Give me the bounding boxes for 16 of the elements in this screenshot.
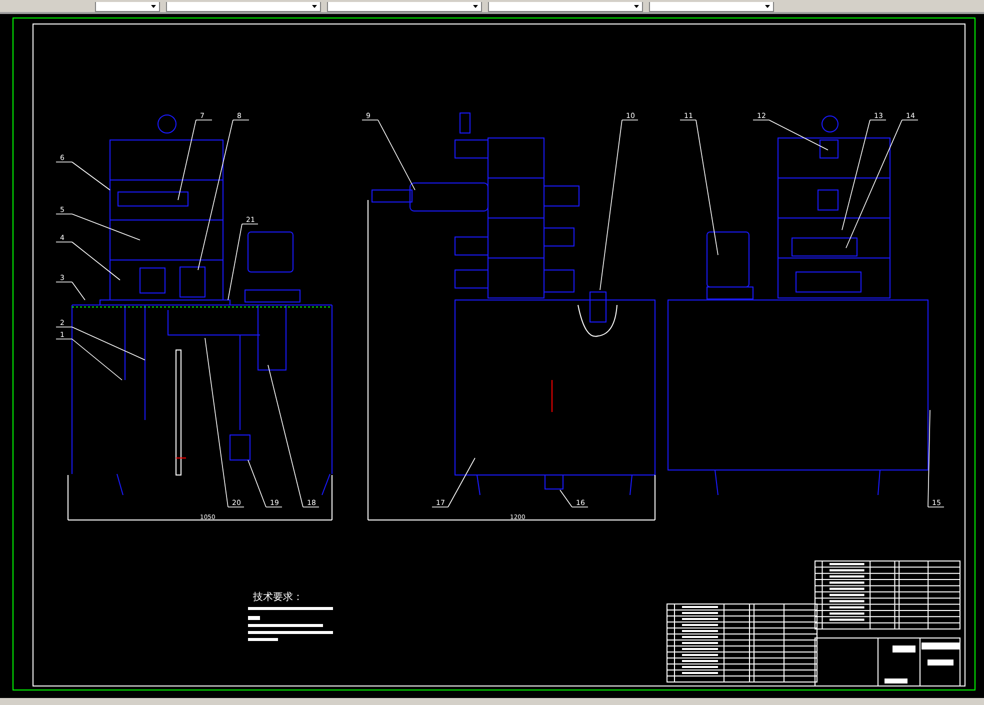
leader-line [56, 338, 122, 380]
toolbar-dropdown[interactable] [95, 2, 160, 12]
caret-icon [312, 5, 317, 8]
toolbar-dropdown[interactable] [166, 2, 321, 12]
leader-line [560, 490, 588, 508]
caret-icon [765, 5, 770, 8]
leader-line [432, 458, 476, 508]
caret-icon [473, 5, 478, 8]
caret-icon [151, 5, 156, 8]
caret-icon [634, 5, 639, 8]
leader-line [362, 120, 416, 190]
technical-requirements-title: 技术要求： [253, 592, 303, 603]
toolbar-dropdown[interactable] [327, 2, 482, 12]
toolbar-dropdown[interactable] [488, 2, 643, 12]
leader-line [56, 162, 110, 190]
toolbar-dropdown[interactable] [649, 2, 774, 12]
